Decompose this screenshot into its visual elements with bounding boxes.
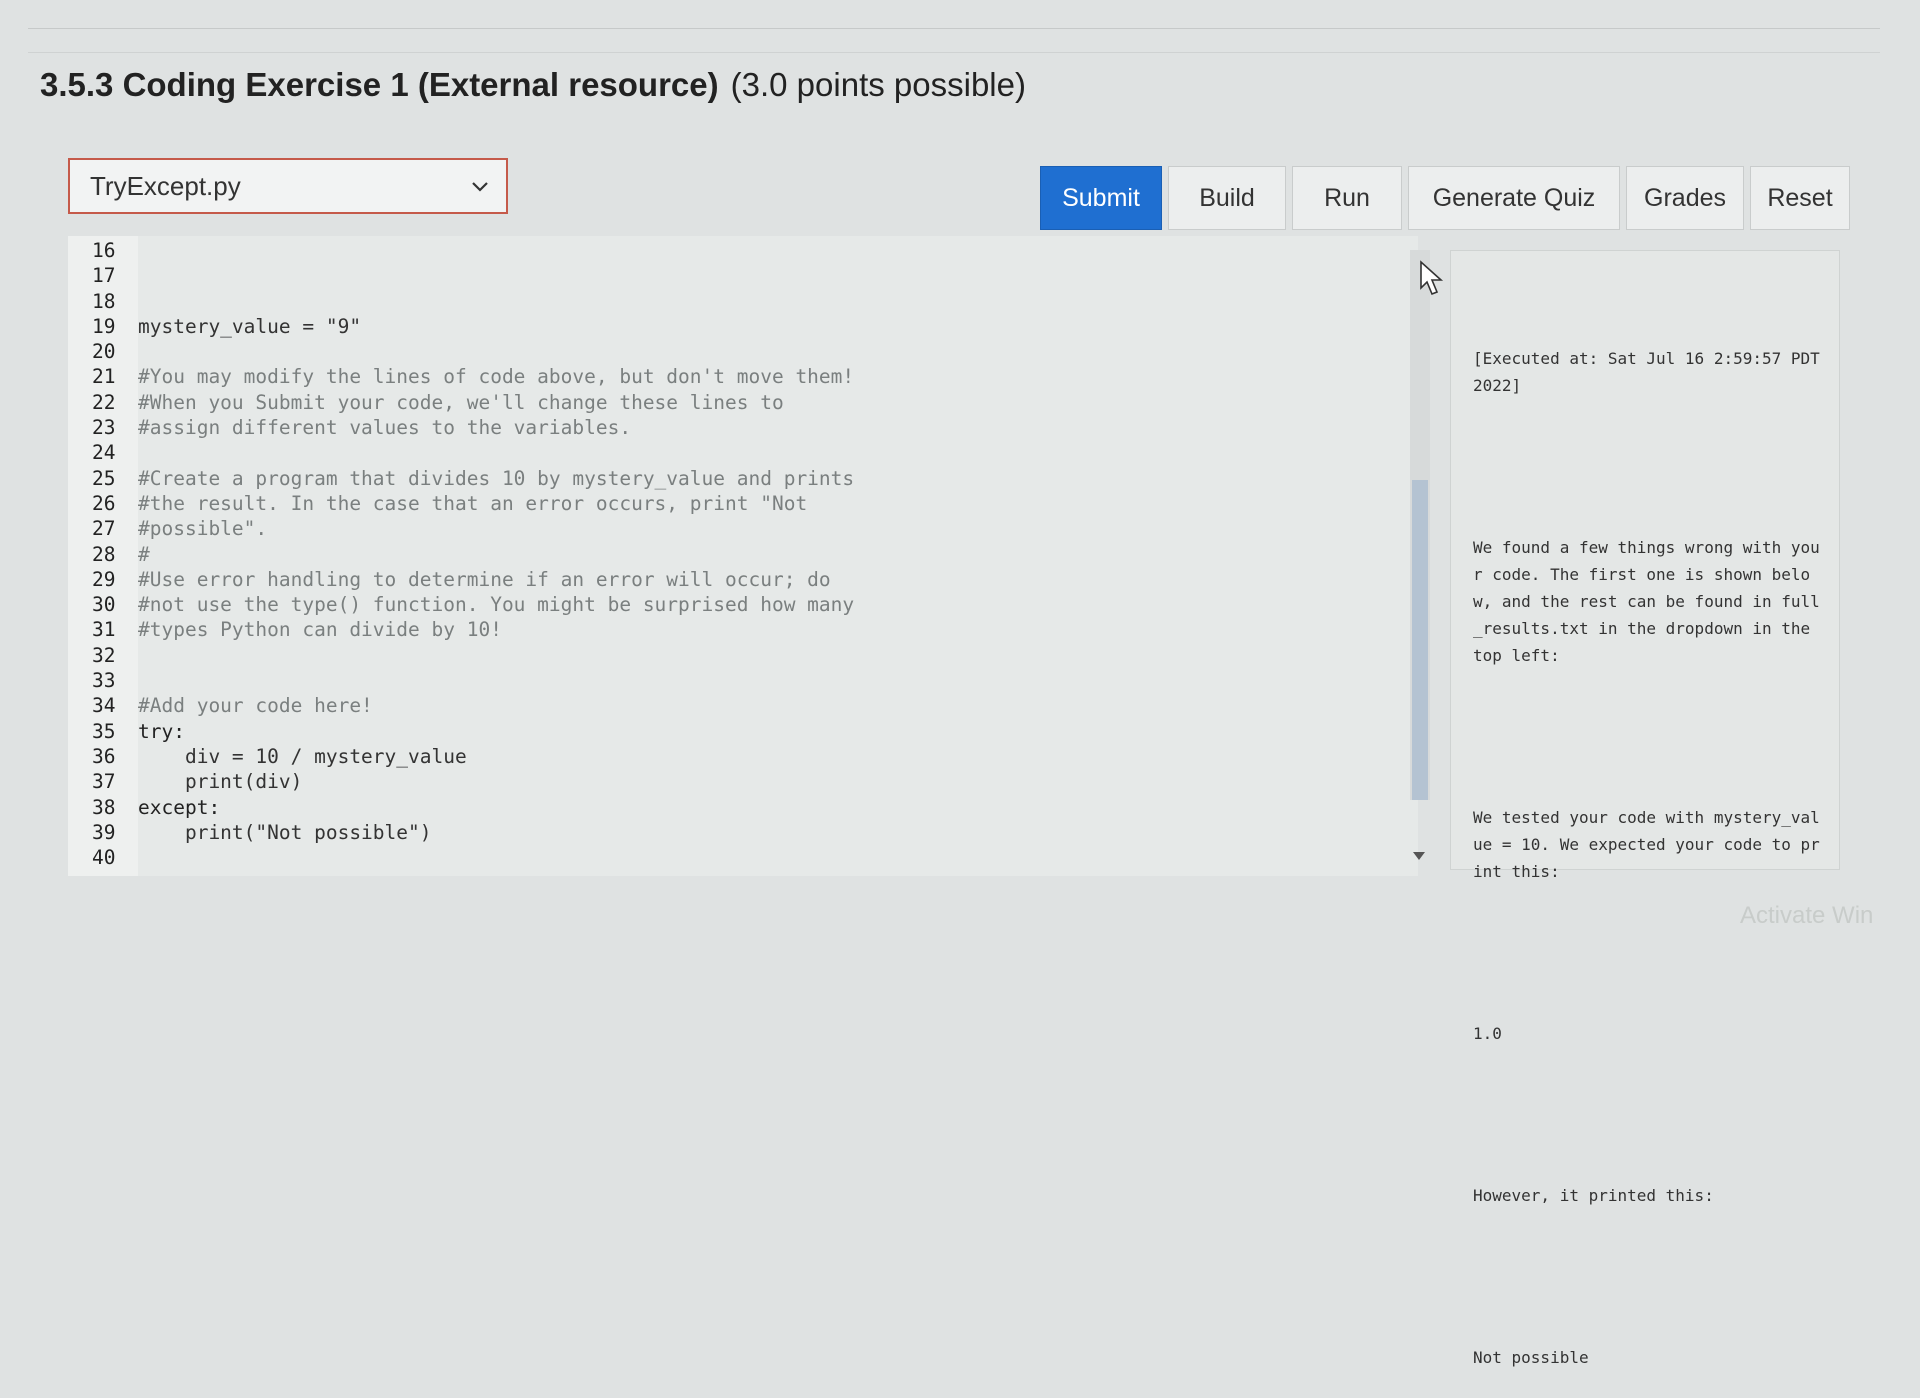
code-line: 24 <box>92 440 854 465</box>
code-lines: 16 17 18 19 mystery_value = "9" 20 21 #You may … <box>92 238 854 870</box>
code-line: 22 #When you Submit your code, we'll chan… <box>92 390 854 415</box>
line-number: 35 <box>92 719 116 743</box>
toolbar: Submit Build Run Generate Quiz Grades Re… <box>1040 166 1850 230</box>
code-line: 31 #types Python can divide by 10! <box>92 617 854 642</box>
code-line: 36 div = 10 / mystery_value <box>92 744 854 769</box>
grades-button[interactable]: Grades <box>1626 166 1744 230</box>
code-editor[interactable]: 16 17 18 19 mystery_value = "9" 20 21 #You may … <box>68 236 1418 876</box>
file-select-value: TryExcept.py <box>90 170 241 201</box>
line-number: 18 <box>92 289 116 313</box>
code-line: 37 print(div) <box>92 769 854 794</box>
submit-button[interactable]: Submit <box>1040 166 1162 230</box>
line-number: 34 <box>92 694 116 718</box>
top-divider <box>28 28 1880 29</box>
scroll-down-arrow-icon[interactable] <box>1413 852 1425 862</box>
line-number: 30 <box>92 593 116 617</box>
page-title: 3.5.3 Coding Exercise 1 (External resour… <box>40 66 1026 104</box>
code-line: 20 <box>92 339 854 364</box>
actual-output: Not possible <box>1473 1348 1589 1367</box>
code-line: 27 #possible". <box>92 516 854 541</box>
test-description: We tested your code with mystery_value =… <box>1473 808 1820 881</box>
code-text: #the result. In the case that an error o… <box>138 491 808 515</box>
file-select-dropdown[interactable]: TryExcept.py <box>68 158 508 214</box>
line-number: 28 <box>92 542 116 566</box>
code-line: 39 print("Not possible") <box>92 820 854 845</box>
code-text: #assign different values to the variable… <box>138 416 632 440</box>
line-number: 23 <box>92 416 116 440</box>
line-number: 38 <box>92 795 116 819</box>
code-line: 26 #the result. In the case that an error… <box>92 491 854 516</box>
code-text: print("Not possible") <box>138 820 432 844</box>
points-possible: (3.0 points possible) <box>730 66 1026 103</box>
code-line: 33 <box>92 668 854 693</box>
executed-timestamp: [Executed at: Sat Jul 16 2:59:57 PDT 202… <box>1473 349 1830 395</box>
generate-quiz-button[interactable]: Generate Quiz <box>1408 166 1620 230</box>
code-line: 28 # <box>92 542 854 567</box>
mouse-cursor-icon <box>1420 260 1444 296</box>
line-number: 19 <box>92 314 116 338</box>
code-text: #Use error handling to determine if an e… <box>138 567 831 591</box>
code-line: 29 #Use error handling to determine if an… <box>92 567 854 592</box>
code-line: 25 #Create a program that divides 10 by m… <box>92 466 854 491</box>
code-line: 17 <box>92 263 854 288</box>
line-number: 22 <box>92 390 116 414</box>
line-number: 37 <box>92 770 116 794</box>
code-line: 35 try: <box>92 719 854 744</box>
code-text: #When you Submit your code, we'll change… <box>138 390 784 414</box>
code-text: print(div) <box>138 770 303 794</box>
code-text: #Create a program that divides 10 by mys… <box>138 466 855 490</box>
code-text: mystery_value = "9" <box>138 314 362 338</box>
code-text: #You may modify the lines of code above,… <box>138 365 855 389</box>
however-label: However, it printed this: <box>1473 1186 1714 1205</box>
activation-watermark: Activate Win <box>1740 902 1874 929</box>
line-number: 21 <box>92 365 116 389</box>
results-panel: [Executed at: Sat Jul 16 2:59:57 PDT 202… <box>1450 250 1840 1367</box>
line-number: 32 <box>92 643 116 667</box>
line-number: 27 <box>92 517 116 541</box>
code-line: 23 #assign different values to the variab… <box>92 415 854 440</box>
code-text: #not use the type() function. You might … <box>138 593 855 617</box>
code-text: try: <box>138 719 185 743</box>
line-number: 31 <box>92 618 116 642</box>
code-line: 19 mystery_value = "9" <box>92 314 854 339</box>
line-number: 29 <box>92 567 116 591</box>
run-button[interactable]: Run <box>1292 166 1402 230</box>
line-number: 39 <box>92 820 116 844</box>
code-text: #possible". <box>138 517 268 541</box>
build-button[interactable]: Build <box>1168 166 1286 230</box>
top-divider-secondary <box>28 52 1880 53</box>
code-line: 16 <box>92 238 854 263</box>
line-number: 20 <box>92 340 116 364</box>
line-number: 16 <box>92 239 116 262</box>
code-text: # <box>138 542 150 566</box>
line-number: 24 <box>92 441 116 465</box>
code-line: 34 #Add your code here! <box>92 693 854 718</box>
code-line: 40 <box>92 845 854 870</box>
exercise-title: 3.5.3 Coding Exercise 1 (External resour… <box>40 66 719 103</box>
reset-button[interactable]: Reset <box>1750 166 1850 230</box>
line-number: 33 <box>92 669 116 693</box>
code-line: 18 <box>92 289 854 314</box>
editor-scrollbar-thumb[interactable] <box>1412 480 1428 800</box>
line-number: 40 <box>92 846 116 870</box>
line-number: 25 <box>92 466 116 490</box>
line-number: 17 <box>92 264 116 288</box>
code-line: 30 #not use the type() function. You migh… <box>92 592 854 617</box>
line-number: 36 <box>92 744 116 768</box>
code-line: 32 <box>92 643 854 668</box>
code-text: #Add your code here! <box>138 694 373 718</box>
code-text: #types Python can divide by 10! <box>138 618 502 642</box>
results-message: We found a few things wrong with your co… <box>1473 538 1820 665</box>
code-line: 38 except: <box>92 795 854 820</box>
line-number: 26 <box>92 491 116 515</box>
code-line: 21 #You may modify the lines of code abov… <box>92 364 854 389</box>
expected-output: 1.0 <box>1473 1024 1502 1043</box>
chevron-down-icon <box>472 182 488 192</box>
code-text: except: <box>138 795 221 819</box>
code-text: div = 10 / mystery_value <box>138 744 467 768</box>
